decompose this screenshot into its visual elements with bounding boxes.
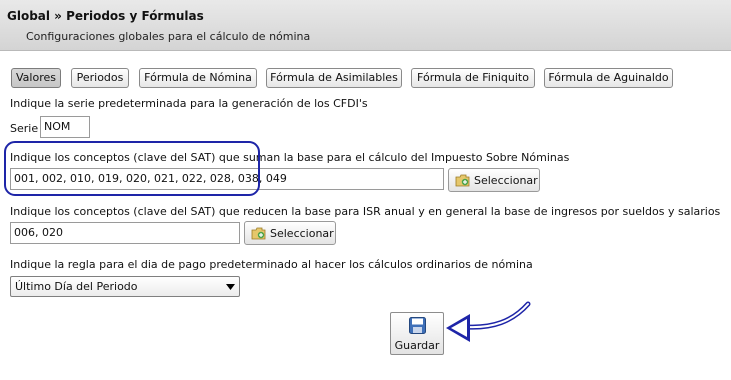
page-title: Global » Periodos y Fórmulas [7,9,204,23]
floppy-disk-icon [409,317,426,334]
tab-valores[interactable]: Valores [11,68,61,88]
regla-select[interactable]: Último Día del Periodo [10,276,240,297]
save-button[interactable]: Guardar [390,312,444,355]
add-folder-icon [455,174,470,187]
page-header: Global » Periodos y Fórmulas Configuraci… [0,0,731,51]
suman-select-button[interactable]: Seleccionar [448,168,540,192]
reducen-select-button[interactable]: Seleccionar [244,221,336,245]
serie-label: Serie [10,122,39,135]
tab-formula-finiquito[interactable]: Fórmula de Finiquito [411,68,535,88]
save-label: Guardar [394,339,440,352]
serie-input[interactable]: NOM [40,116,90,138]
highlight-annotation [4,141,260,196]
regla-selected-value: Último Día del Periodo [15,280,138,293]
tab-formula-nomina[interactable]: Fórmula de Nómina [139,68,257,88]
tab-formula-asimilables[interactable]: Fórmula de Asimilables [266,68,402,88]
arrow-annotation [446,301,531,342]
suman-select-label: Seleccionar [474,174,538,187]
reducen-input[interactable]: 006, 020 [10,222,240,244]
regla-instruction: Indique la regla para el dia de pago pre… [10,258,533,271]
add-folder-icon [251,227,266,240]
reducen-select-label: Seleccionar [270,227,334,240]
tab-formula-aguinaldo[interactable]: Fórmula de Aguinaldo [544,68,673,88]
serie-instruction: Indique la serie predeterminada para la … [10,97,368,110]
tab-periodos[interactable]: Periodos [71,68,129,88]
chevron-down-icon [226,284,235,290]
page-subtitle: Configuraciones globales para el cálculo… [26,30,311,43]
reducen-instruction: Indique los conceptos (clave del SAT) qu… [10,205,721,218]
